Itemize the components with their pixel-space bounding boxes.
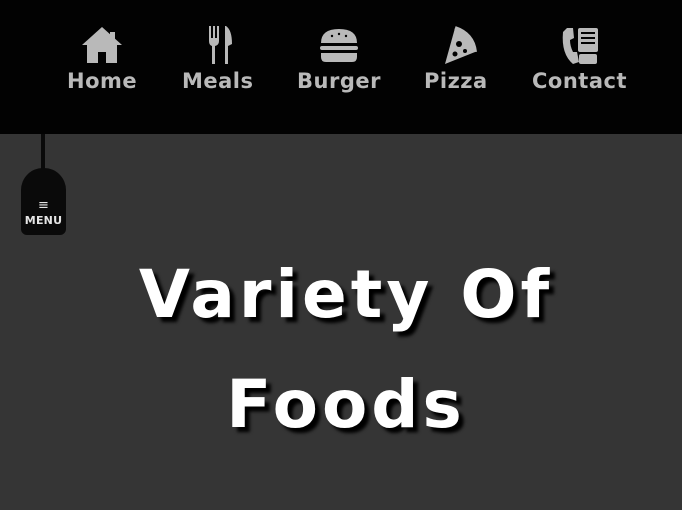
nav-item-pizza[interactable]: Pizza [424,24,488,93]
nav-label-home: Home [67,69,138,93]
menu-toggle-button[interactable]: ≡ MENU [21,168,66,235]
nav-label-meals: Meals [182,69,254,93]
nav-label-burger: Burger [297,69,381,93]
nav-item-contact[interactable]: Contact [532,24,627,93]
hamburger-icon: ≡ [38,198,49,213]
phone-icon [557,24,603,66]
top-navigation: Home Meals Burger Pizza Contact [0,0,682,134]
burger-icon [316,24,362,66]
nav-item-burger[interactable]: Burger [297,24,381,93]
nav-item-home[interactable]: Home [67,24,137,93]
nav-label-pizza: Pizza [424,69,488,93]
nav-label-contact: Contact [532,69,627,93]
home-icon [79,24,125,66]
fork-knife-icon [195,24,241,66]
menu-label: MENU [24,214,63,227]
pizza-icon [433,24,479,66]
hero-title: Variety Of Foods [138,256,554,443]
nav-item-meals[interactable]: Meals [182,24,254,93]
menu-cord [41,134,45,172]
